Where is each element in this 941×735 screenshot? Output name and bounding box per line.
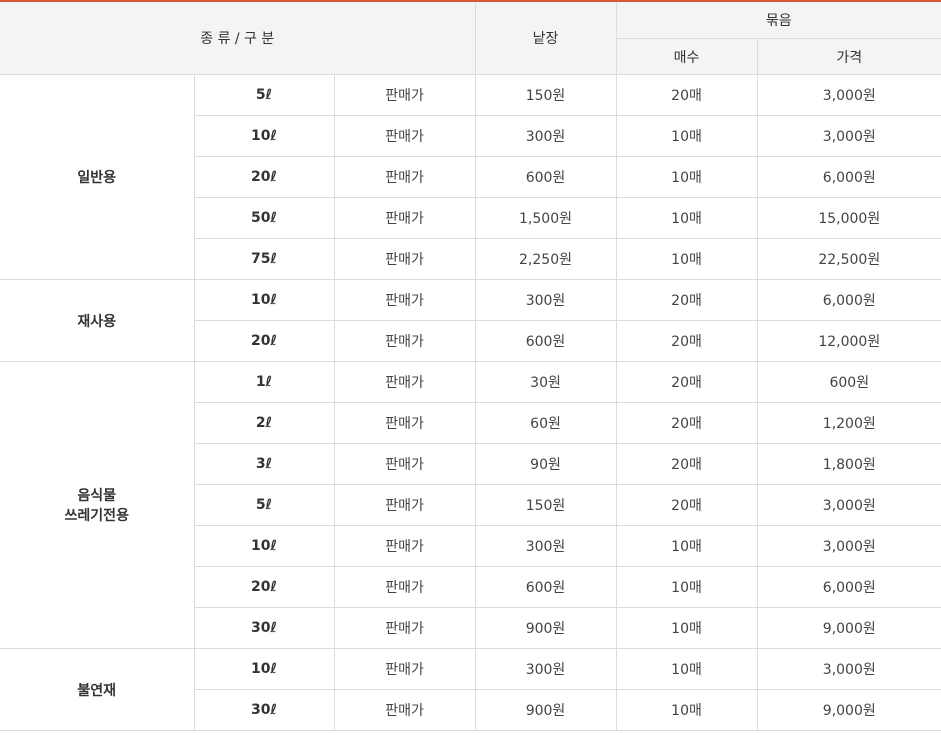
size-cell: 20ℓ: [194, 320, 335, 362]
size-cell: 10ℓ: [194, 525, 335, 567]
label-cell: 판매가: [333, 402, 476, 444]
bundle-price-cell: 3,000원: [756, 484, 941, 526]
bundle-price-cell: 15,000원: [756, 197, 941, 239]
label-cell: 판매가: [333, 689, 476, 731]
bundle-count-cell: 20매: [615, 361, 758, 403]
single-price-cell: 900원: [474, 689, 617, 731]
size-cell: 20ℓ: [194, 156, 335, 198]
bundle-count-cell: 10매: [615, 566, 758, 608]
size-cell: 10ℓ: [193, 648, 335, 690]
label-cell: 판매가: [333, 443, 476, 485]
bundle-count-cell: 10매: [615, 238, 758, 280]
single-price-cell: 150원: [474, 74, 617, 116]
category-cell: 불연재: [0, 648, 195, 731]
bundle-price-cell: 9,000원: [756, 607, 941, 649]
header-single: 낱장: [474, 0, 617, 75]
label-cell: 판매가: [333, 525, 476, 567]
header-price: 가격: [756, 38, 941, 75]
label-cell: 판매가: [333, 607, 476, 649]
single-price-cell: 300원: [474, 648, 617, 690]
bundle-price-cell: 600원: [756, 361, 941, 403]
category-cell: 음식물 쓰레기전용: [0, 361, 195, 649]
size-cell: 30ℓ: [194, 689, 335, 731]
bundle-price-cell: 6,000원: [756, 279, 941, 321]
size-cell: 10ℓ: [194, 115, 335, 157]
label-cell: 판매가: [333, 197, 476, 239]
label-cell: 판매가: [333, 279, 476, 321]
bundle-count-cell: 10매: [615, 525, 758, 567]
bundle-price-cell: 3,000원: [756, 525, 941, 567]
size-cell: 30ℓ: [194, 607, 335, 649]
size-cell: 10ℓ: [193, 279, 335, 321]
bundle-count-cell: 20매: [615, 279, 758, 321]
size-cell: 20ℓ: [194, 566, 335, 608]
bundle-count-cell: 10매: [615, 607, 758, 649]
bundle-price-cell: 12,000원: [756, 320, 941, 362]
size-cell: 3ℓ: [194, 443, 335, 485]
label-cell: 판매가: [333, 648, 476, 690]
table-row: 음식물 쓰레기전용 1ℓ 판매가 30원 20매 600원: [0, 361, 941, 649]
bundle-price-cell: 3,000원: [756, 115, 941, 157]
label-cell: 판매가: [333, 361, 476, 403]
size-cell: 5ℓ: [193, 74, 335, 116]
bundle-price-cell: 1,800원: [756, 443, 941, 485]
single-price-cell: 1,500원: [474, 197, 617, 239]
bundle-price-cell: 1,200원: [756, 402, 941, 444]
bundle-count-cell: 10매: [615, 156, 758, 198]
bundle-price-cell: 9,000원: [756, 689, 941, 731]
bundle-price-cell: 3,000원: [756, 74, 941, 116]
table-row: 재사용 10ℓ 판매가 300원 20매 6,000원: [0, 279, 941, 362]
label-cell: 판매가: [333, 566, 476, 608]
table-header: 종 류 / 구 분 낱장 묶음 매수 가격: [0, 0, 941, 75]
table-row: 불연재 10ℓ 판매가 300원 10매 3,000원: [0, 648, 941, 731]
label-cell: 판매가: [333, 156, 476, 198]
label-cell: 판매가: [333, 320, 476, 362]
bundle-price-cell: 3,000원: [756, 648, 941, 690]
size-cell: 1ℓ: [193, 361, 335, 403]
label-cell: 판매가: [333, 238, 476, 280]
bundle-price-cell: 6,000원: [756, 156, 941, 198]
single-price-cell: 300원: [474, 279, 617, 321]
size-cell: 75ℓ: [194, 238, 335, 280]
label-cell: 판매가: [333, 115, 476, 157]
size-cell: 50ℓ: [194, 197, 335, 239]
bundle-count-cell: 10매: [615, 648, 758, 690]
category-cell: 재사용: [0, 279, 195, 362]
size-cell: 2ℓ: [194, 402, 335, 444]
bundle-count-cell: 10매: [615, 197, 758, 239]
bundle-count-cell: 10매: [615, 689, 758, 731]
bundle-count-cell: 20매: [615, 484, 758, 526]
table-body: 일반용 5ℓ 판매가 150원 20매 3,000원 10ℓ 판매가 300원 10매 3,000원…: [0, 74, 941, 731]
single-price-cell: 600원: [474, 320, 617, 362]
single-price-cell: 90원: [474, 443, 617, 485]
price-table: 종 류 / 구 분 낱장 묶음 매수 가격 일반용 5ℓ 판매가 150원 20매 3,0…: [0, 0, 941, 731]
single-price-cell: 300원: [474, 525, 617, 567]
bundle-count-cell: 20매: [615, 74, 758, 116]
size-cell: 5ℓ: [194, 484, 335, 526]
bundle-count-cell: 20매: [615, 320, 758, 362]
label-cell: 판매가: [333, 74, 476, 116]
bundle-count-cell: 20매: [615, 402, 758, 444]
single-price-cell: 30원: [474, 361, 617, 403]
bundle-price-cell: 6,000원: [756, 566, 941, 608]
table-row: 일반용 5ℓ 판매가 150원 20매 3,000원: [0, 74, 941, 280]
header-type: 종 류 / 구 분: [0, 0, 476, 75]
single-price-cell: 60원: [474, 402, 617, 444]
bundle-count-cell: 20매: [615, 443, 758, 485]
single-price-cell: 900원: [474, 607, 617, 649]
single-price-cell: 150원: [474, 484, 617, 526]
category-cell: 일반용: [0, 74, 195, 280]
single-price-cell: 2,250원: [474, 238, 617, 280]
bundle-price-cell: 22,500원: [756, 238, 941, 280]
single-price-cell: 600원: [474, 156, 617, 198]
bundle-count-cell: 10매: [615, 115, 758, 157]
single-price-cell: 300원: [474, 115, 617, 157]
label-cell: 판매가: [333, 484, 476, 526]
header-bundle: 묶음: [615, 0, 941, 39]
header-count: 매수: [616, 38, 758, 75]
single-price-cell: 600원: [474, 566, 617, 608]
